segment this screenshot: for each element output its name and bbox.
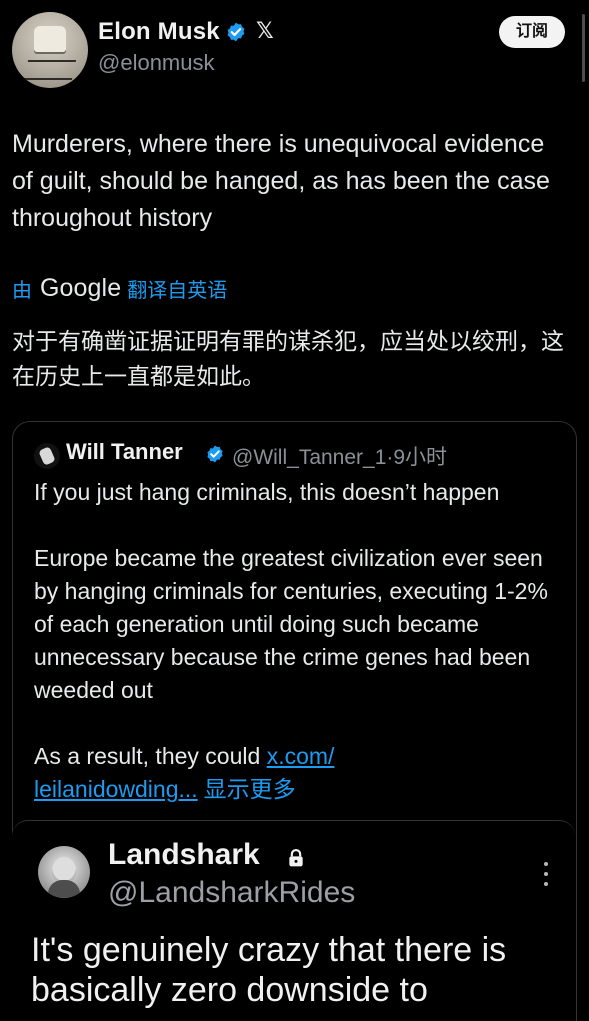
quoted-verified-badge-icon [207,445,223,463]
author-name[interactable]: Elon Musk [98,18,220,46]
google-brand: Google [40,273,122,302]
embedded-tweet-text: It's genuinely crazy that there is basic… [31,931,507,1009]
quoted-avatar[interactable] [34,443,60,469]
more-options-icon[interactable] [540,860,552,888]
avatar-cap-shape [34,26,66,52]
quoted-avatar-shape [38,446,56,466]
quoted-paragraph-1: If you just hang criminals, this doesn’t… [34,479,500,505]
subscribe-button[interactable]: 订阅 [499,16,565,48]
quoted-paragraph-3-prefix: As a result, they could [34,743,267,769]
embedded-avatar-body [48,880,80,898]
embedded-avatar[interactable] [38,846,90,898]
scrollbar[interactable] [582,14,585,82]
x-logo-icon: 𝕏 [256,18,274,43]
show-more-link[interactable]: 显示更多 [204,776,296,802]
translated-tweet-text: 对于有确凿证据证明有罪的谋杀犯，应当处以绞刑，这在历史上一直都是如此。 [12,328,564,389]
quoted-author-name[interactable]: Will Tanner [66,439,183,465]
author-handle[interactable]: @elonmusk [98,50,215,76]
post-screen: Elon Musk 𝕏 @elonmusk 订阅 Murderers, wher… [0,0,589,1021]
quoted-link-part-1[interactable]: x.com/ [267,743,335,769]
embedded-author-name[interactable]: Landshark [108,838,260,872]
quoted-meta[interactable]: @Will_Tanner_1·9小时 [232,441,447,471]
embedded-author-handle[interactable]: @LandsharkRides [108,876,355,910]
translation-label[interactable]: 由 Google 翻译自英语 [12,271,227,305]
lock-icon [289,848,303,867]
profile-avatar[interactable] [12,12,88,88]
quoted-paragraph-2: Europe became the greatest civilization … [34,545,548,703]
verified-badge-icon [227,22,245,42]
paragraph-gap-2 [34,707,559,740]
paragraph-gap-1 [34,509,559,542]
quoted-tweet-body: If you just hang criminals, this doesn’t… [34,476,559,806]
tweet-text: Murderers, where there is unequivocal ev… [12,130,550,232]
translation-suffix: 翻译自英语 [127,279,228,302]
translation-prefix: 由 [12,279,32,302]
quoted-link-part-2[interactable]: leilanidowding... [34,776,198,802]
avatar-scribble-shape [23,60,77,80]
quoted-paragraph-3: As a result, they could x.com/leilanidow… [34,740,559,806]
